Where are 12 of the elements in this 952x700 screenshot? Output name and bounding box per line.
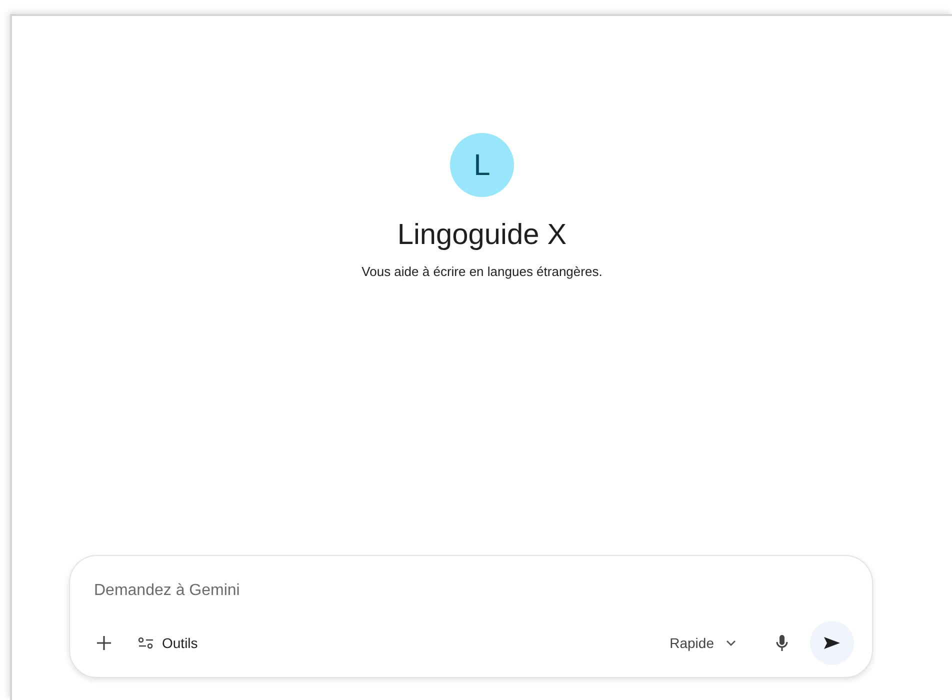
sliders-icon [138,637,154,649]
assistant-name: Lingoguide X [397,218,567,253]
chevron-down-icon [726,640,736,646]
microphone-icon [776,634,788,652]
tools-button[interactable]: Outils [138,627,198,659]
send-icon [823,636,841,650]
send-button[interactable] [810,621,854,665]
mode-dropdown[interactable]: Rapide [666,627,740,659]
plus-icon [96,635,112,651]
prompt-field[interactable]: Demandez à Gemini [94,578,854,604]
assistant-description: Vous aide à écrire en langues étrangères. [362,263,602,281]
assistant-avatar: L [450,133,514,197]
